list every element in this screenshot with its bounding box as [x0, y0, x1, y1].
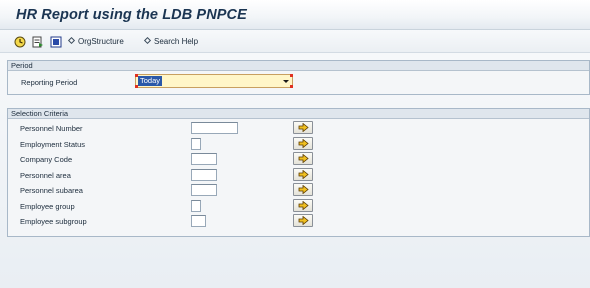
- personnel-subarea-multiple-selection-button[interactable]: [293, 183, 313, 196]
- personnel-number-label: Personnel Number: [20, 124, 83, 133]
- execute-clock-icon[interactable]: [14, 36, 26, 48]
- reporting-period-label: Reporting Period: [21, 78, 78, 87]
- multiple-selection-arrow-icon: [298, 185, 309, 194]
- search-help-button[interactable]: Search Help: [143, 36, 199, 46]
- org-structure-label: OrgStructure: [78, 37, 124, 46]
- employment-status-label: Employment Status: [20, 139, 86, 149]
- personnel-subarea-input[interactable]: [191, 184, 217, 196]
- period-group-header: Period: [8, 61, 589, 71]
- get-variant-icon[interactable]: [32, 36, 44, 48]
- reporting-period-value: Today: [138, 76, 163, 86]
- personnel-number-multiple-selection-button[interactable]: [293, 121, 313, 134]
- personnel-area-input[interactable]: [191, 168, 217, 181]
- multiple-selection-arrow-icon: [298, 200, 309, 210]
- focus-corner-marker: [290, 85, 293, 88]
- page-title: HR Report using the LDB PNPCE: [16, 7, 247, 23]
- employment-status-input[interactable]: [191, 137, 201, 150]
- title-bar: HR Report using the LDB PNPCE: [0, 0, 590, 30]
- multiple-selection-arrow-icon: [298, 216, 309, 225]
- multiple-selection-arrow-icon: [298, 138, 309, 148]
- multiple-selection-arrow-icon: [298, 169, 309, 179]
- application-toolbar: OrgStructure Search Help: [0, 30, 590, 53]
- employee-subgroup-input[interactable]: [191, 215, 206, 227]
- personnel-area-label: Personnel area: [20, 170, 71, 180]
- personnel-subarea-label: Personnel subarea: [20, 186, 83, 195]
- selection-criteria-header: Selection Criteria: [8, 109, 589, 119]
- org-structure-button[interactable]: OrgStructure: [67, 36, 124, 46]
- reporting-period-dropdown[interactable]: Today: [135, 74, 293, 88]
- delete-selection-icon[interactable]: [50, 36, 62, 48]
- employment-status-multiple-selection-button[interactable]: [293, 136, 313, 150]
- focus-corner-marker: [135, 85, 138, 88]
- main-content: Period Reporting Period Today Selection …: [0, 53, 590, 288]
- employee-group-label: Employee group: [20, 201, 75, 211]
- multiple-selection-arrow-icon: [298, 123, 309, 132]
- diamond-icon: [67, 36, 76, 45]
- company-code-label: Company Code: [20, 155, 73, 164]
- diamond-icon: [143, 36, 152, 45]
- employee-subgroup-label: Employee subgroup: [20, 217, 87, 226]
- focus-corner-marker: [135, 74, 138, 77]
- selection-criteria-group: Selection Criteria Personnel Number Emplo…: [7, 108, 590, 237]
- company-code-multiple-selection-button[interactable]: [293, 152, 313, 165]
- company-code-input[interactable]: [191, 153, 217, 165]
- employee-group-input[interactable]: [191, 199, 201, 212]
- personnel-area-multiple-selection-button[interactable]: [293, 167, 313, 181]
- employee-group-multiple-selection-button[interactable]: [293, 198, 313, 212]
- period-group: Period Reporting Period Today: [7, 60, 590, 95]
- focus-corner-marker: [290, 74, 293, 77]
- personnel-number-input[interactable]: [191, 122, 238, 134]
- search-help-label: Search Help: [154, 37, 199, 46]
- employee-subgroup-multiple-selection-button[interactable]: [293, 214, 313, 227]
- multiple-selection-arrow-icon: [298, 154, 309, 163]
- chevron-down-icon[interactable]: [283, 80, 289, 83]
